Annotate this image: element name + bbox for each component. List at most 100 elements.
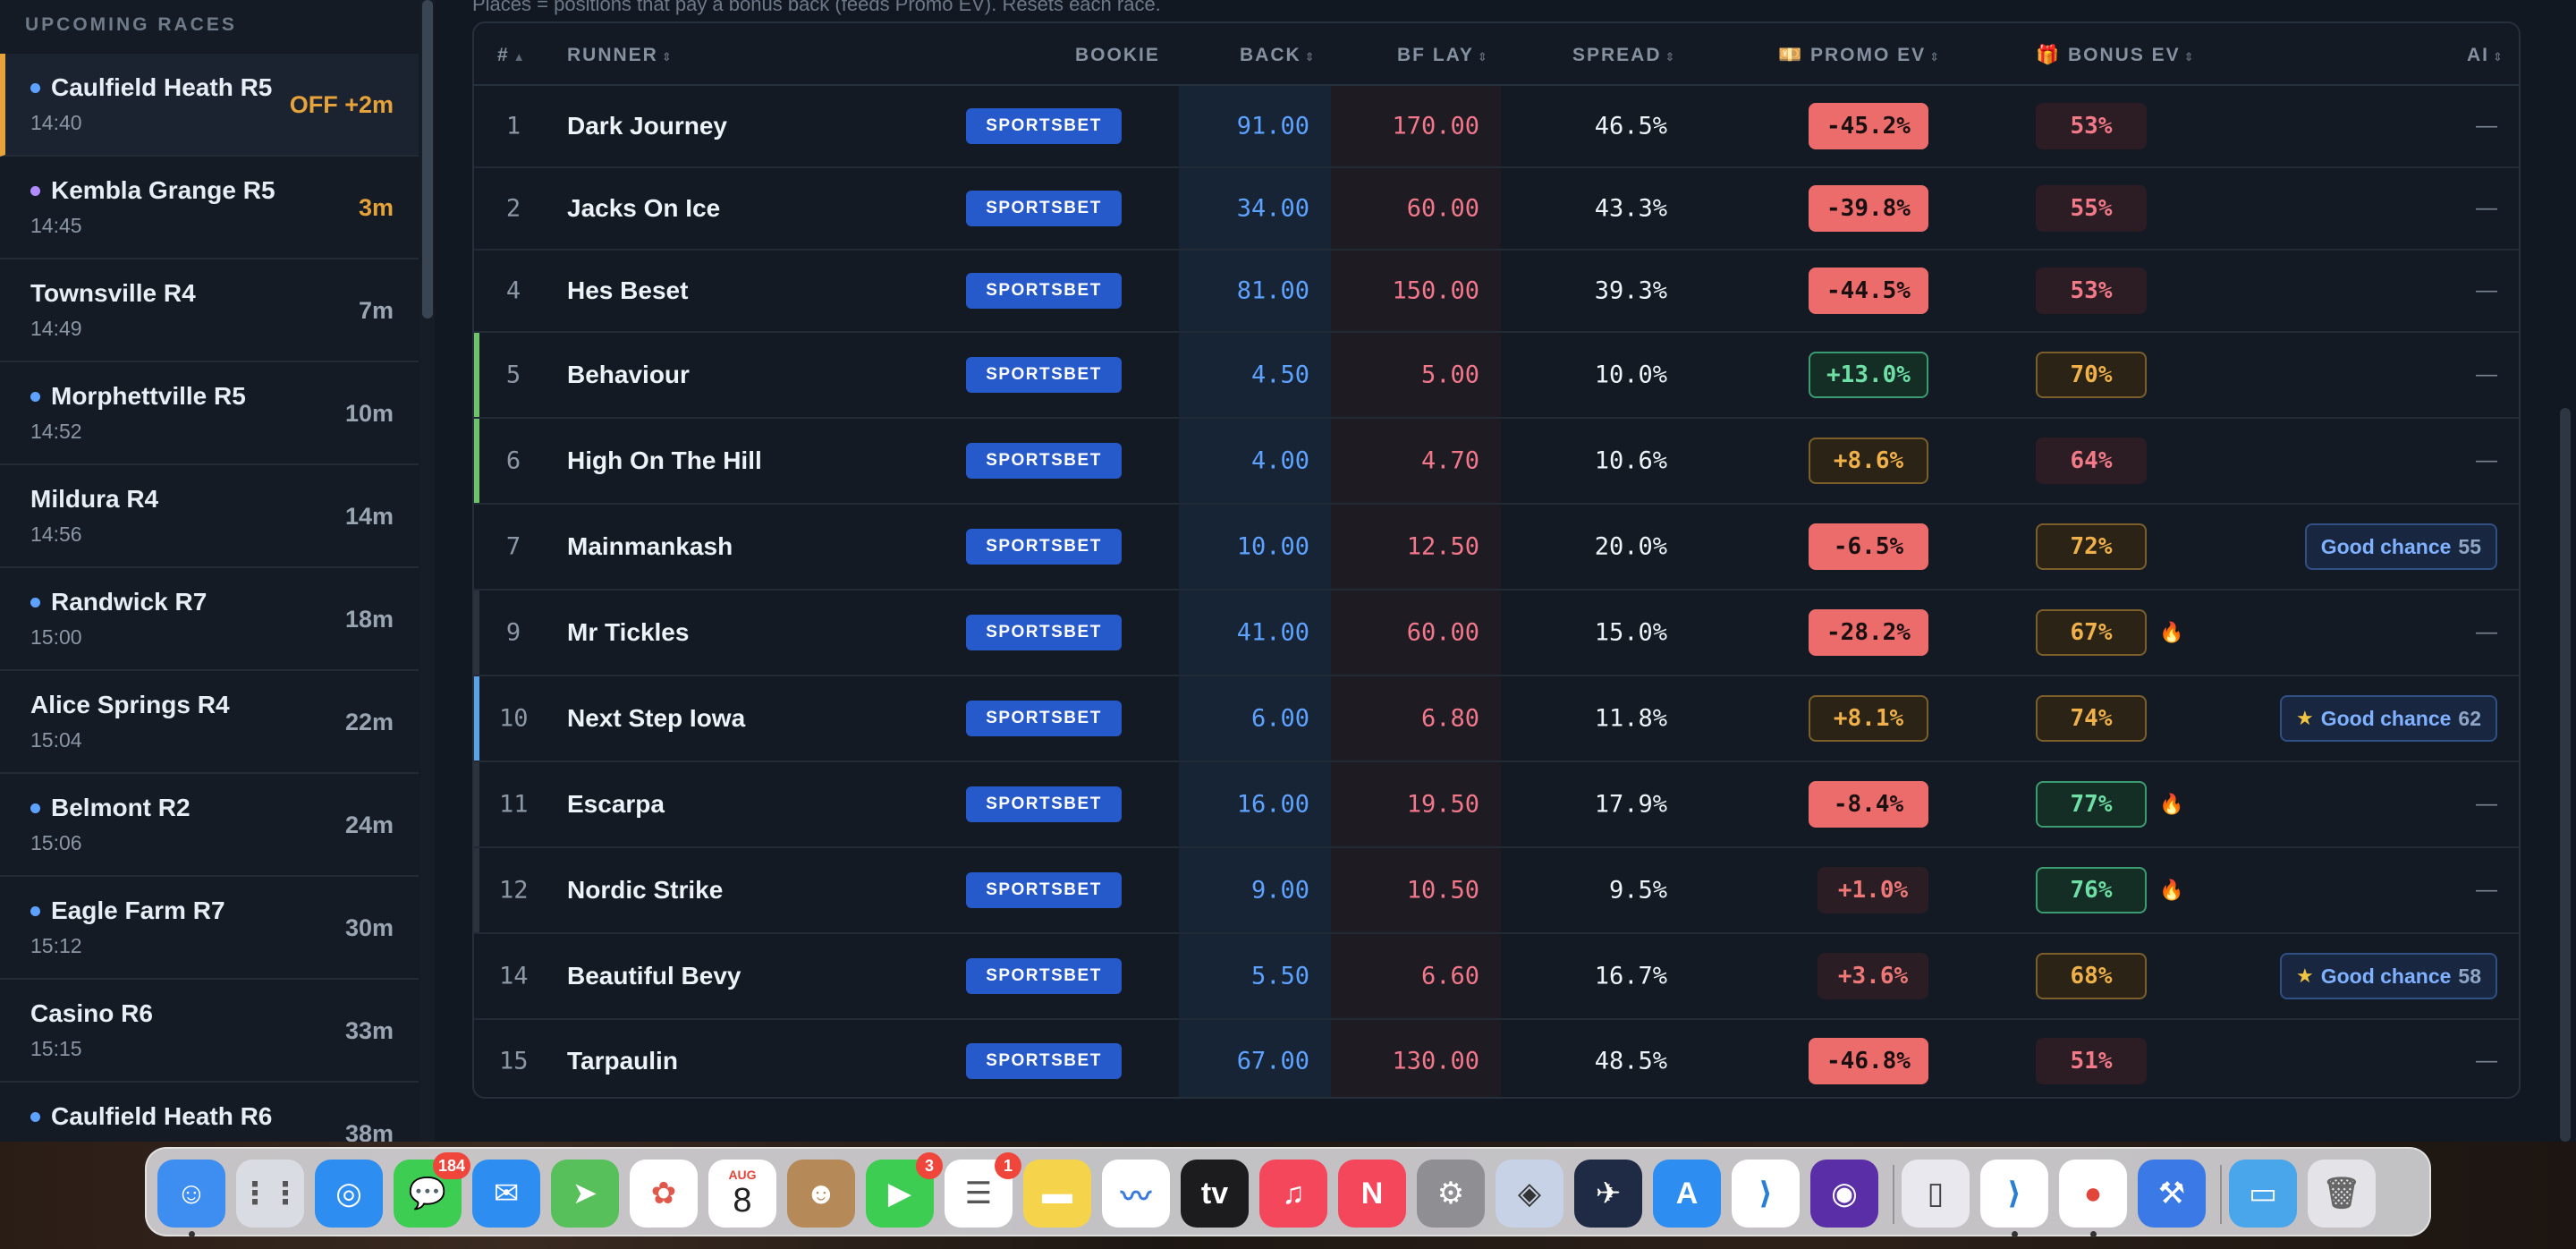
bookie-badge[interactable]: SPORTSBET [966,615,1122,650]
header-ai[interactable]: AI ⇕ [2467,45,2504,66]
race-name: Caulfield Heath R6 [51,1102,273,1130]
downloads-folder-icon[interactable]: ▭ [2229,1160,2297,1228]
table-row[interactable]: 14 Beautiful Bevy SPORTSBET 5.50 6.60 16.7% +3… [474,934,2519,1020]
finder-icon[interactable]: ☺ [157,1160,225,1228]
race-eta: 18m [344,606,394,633]
freeform-icon[interactable]: 〰 [1102,1160,1170,1228]
race-item[interactable]: Eagle Farm R7 15:12 30m [0,877,419,980]
bookie-badge[interactable]: SPORTSBET [966,273,1122,309]
race-item[interactable]: Caulfield Heath R5 14:40 OFF +2m [0,54,419,157]
runner-name: Behaviour [567,361,690,388]
bookie-badge[interactable]: SPORTSBET [966,191,1122,226]
bookie-badge[interactable]: SPORTSBET [966,701,1122,736]
race-eta: 10m [344,400,394,427]
race-item[interactable]: Randwick R7 15:00 18m [0,568,419,671]
race-item[interactable]: Townsville R4 14:49 7m [0,259,419,362]
bookie-badge[interactable]: SPORTSBET [966,1043,1122,1079]
header-runner[interactable]: RUNNER ⇕ [567,45,674,66]
table-row[interactable]: 10 Next Step Iowa SPORTSBET 6.00 6.80 11.8% +8… [474,676,2519,762]
header-bonus-ev[interactable]: 🎁 BONUS EV ⇕ [2036,45,2196,66]
safari-icon[interactable]: ◎ [315,1160,383,1228]
race-item[interactable]: Alice Springs R4 15:04 22m [0,671,419,774]
race-item[interactable]: Mildura R4 14:56 14m [0,465,419,568]
spread-value: 43.3% [1594,194,1667,223]
bookie-badge[interactable]: SPORTSBET [966,786,1122,822]
header-num[interactable]: # ▲ [497,45,527,66]
photos-icon[interactable]: ✿ [630,1160,698,1228]
race-status-dot [30,185,40,196]
table-row[interactable]: 12 Nordic Strike SPORTSBET 9.00 10.50 9.5% +1.… [474,848,2519,934]
back-odds: 10.00 [1236,532,1309,561]
table-row[interactable]: 11 Escarpa SPORTSBET 16.00 19.50 17.9% -8.4% 77… [474,762,2519,848]
bonus-ev-pill: 64% [2036,438,2147,484]
telegram-icon[interactable]: ✈ [1574,1160,1642,1228]
back-odds: 41.00 [1236,618,1309,647]
unity-icon[interactable]: ◈ [1496,1160,1563,1228]
apple-tv-icon[interactable]: tv [1181,1160,1249,1228]
ai-good-chance-badge[interactable]: ★ Good chance 62 [2279,695,2497,742]
table-row[interactable]: 1 Dark Journey SPORTSBET 91.00 170.00 46.5% -4… [474,86,2519,168]
ai-good-chance-badge[interactable]: Good chance 55 [2304,523,2497,570]
table-row[interactable]: 7 Mainmankash SPORTSBET 10.00 12.50 20.0% -6.5… [474,505,2519,591]
vscode-alt-icon[interactable]: ⟩ [1980,1160,2048,1228]
iphone-mirroring-icon[interactable]: ▯ [1902,1160,1970,1228]
launchpad-icon[interactable]: ⋮⋮ [236,1160,304,1228]
firefox-icon[interactable]: ◉ [1810,1160,1878,1228]
race-item[interactable]: Casino R6 15:15 33m [0,980,419,1083]
table-row[interactable]: 6 High On The Hill SPORTSBET 4.00 4.70 10.6% +… [474,419,2519,505]
vscode-icon[interactable]: ⟩ [1732,1160,1800,1228]
ai-good-chance-badge[interactable]: ★ Good chance 58 [2279,953,2497,999]
spread-value: 10.0% [1594,361,1667,389]
race-name: Mildura R4 [30,485,159,513]
table-row[interactable]: 2 Jacks On Ice SPORTSBET 34.00 60.00 43.3% -39… [474,168,2519,251]
chrome-icon[interactable]: ● [2059,1160,2127,1228]
table-row[interactable]: 4 Hes Beset SPORTSBET 81.00 150.00 39.3% -44.5… [474,251,2519,333]
race-item[interactable]: Morphettville R5 14:52 10m [0,362,419,465]
header-spread[interactable]: SPREAD ⇕ [1572,45,1676,66]
race-name-row: Mildura R4 [30,485,158,514]
table-row[interactable]: 5 Behaviour SPORTSBET 4.50 5.00 10.0% +13.0% 70… [474,333,2519,419]
header-promo-ev[interactable]: 💴 PROMO EV ⇕ [1778,45,1941,66]
news-icon[interactable]: N [1338,1160,1406,1228]
notes-icon[interactable]: ▬ [1023,1160,1091,1228]
runner-name: Hes Beset [567,276,689,304]
race-name: Caulfield Heath R5 [51,73,273,101]
xcode-icon[interactable]: ⚒ [2138,1160,2206,1228]
bookie-badge[interactable]: SPORTSBET [966,958,1122,994]
bookie-badge[interactable]: SPORTSBET [966,443,1122,479]
sidebar-scrollbar[interactable] [422,0,433,319]
system-settings-icon[interactable]: ⚙ [1417,1160,1485,1228]
trash-icon[interactable]: 🗑 [2308,1160,2376,1228]
table-row[interactable]: 9 Mr Tickles SPORTSBET 41.00 60.00 15.0% -28.2… [474,591,2519,676]
app-store-icon[interactable]: A [1653,1160,1721,1228]
dock-glyph: ✿ [650,1177,677,1211]
music-icon[interactable]: ♫ [1259,1160,1327,1228]
race-name: Alice Springs R4 [30,691,230,718]
dock-glyph: 🗑 [2322,1177,2361,1211]
main-scrollbar[interactable] [2560,408,2571,1142]
messages-icon[interactable]: 💬 184 [394,1152,470,1228]
mail-icon[interactable]: ✉ [472,1160,540,1228]
bookie-badge[interactable]: SPORTSBET [966,529,1122,565]
back-odds: 67.00 [1236,1047,1309,1075]
race-item[interactable]: Belmont R2 15:06 24m [0,774,419,877]
bonus-ev-pill: 74% [2036,695,2147,742]
race-time: 15:04 [30,728,82,752]
contacts-icon[interactable]: ☻ [787,1160,855,1228]
header-back[interactable]: BACK ⇕ [1240,45,1317,66]
lay-odds: 130.00 [1392,1047,1479,1075]
race-name: Townsville R4 [30,279,196,307]
race-item[interactable]: Kembla Grange R5 14:45 3m [0,157,419,259]
maps-icon[interactable]: ➤ [551,1160,619,1228]
table-row[interactable]: 15 Tarpaulin SPORTSBET 67.00 130.00 48.5% -46.… [474,1020,2519,1097]
calendar-icon[interactable]: AUG 8 [708,1160,776,1228]
facetime-icon[interactable]: ▶ 3 [866,1152,943,1228]
race-name-row: Caulfield Heath R6 [30,1102,272,1131]
bookie-badge[interactable]: SPORTSBET [966,872,1122,908]
header-bf-lay[interactable]: BF LAY ⇕ [1397,45,1489,66]
reminders-icon[interactable]: ☰ 1 [945,1152,1021,1228]
bonus-ev-pill: 68% [2036,953,2147,999]
bookie-badge[interactable]: SPORTSBET [966,357,1122,393]
race-item[interactable]: Caulfield Heath R6 38m [0,1083,419,1142]
bookie-badge[interactable]: SPORTSBET [966,108,1122,144]
